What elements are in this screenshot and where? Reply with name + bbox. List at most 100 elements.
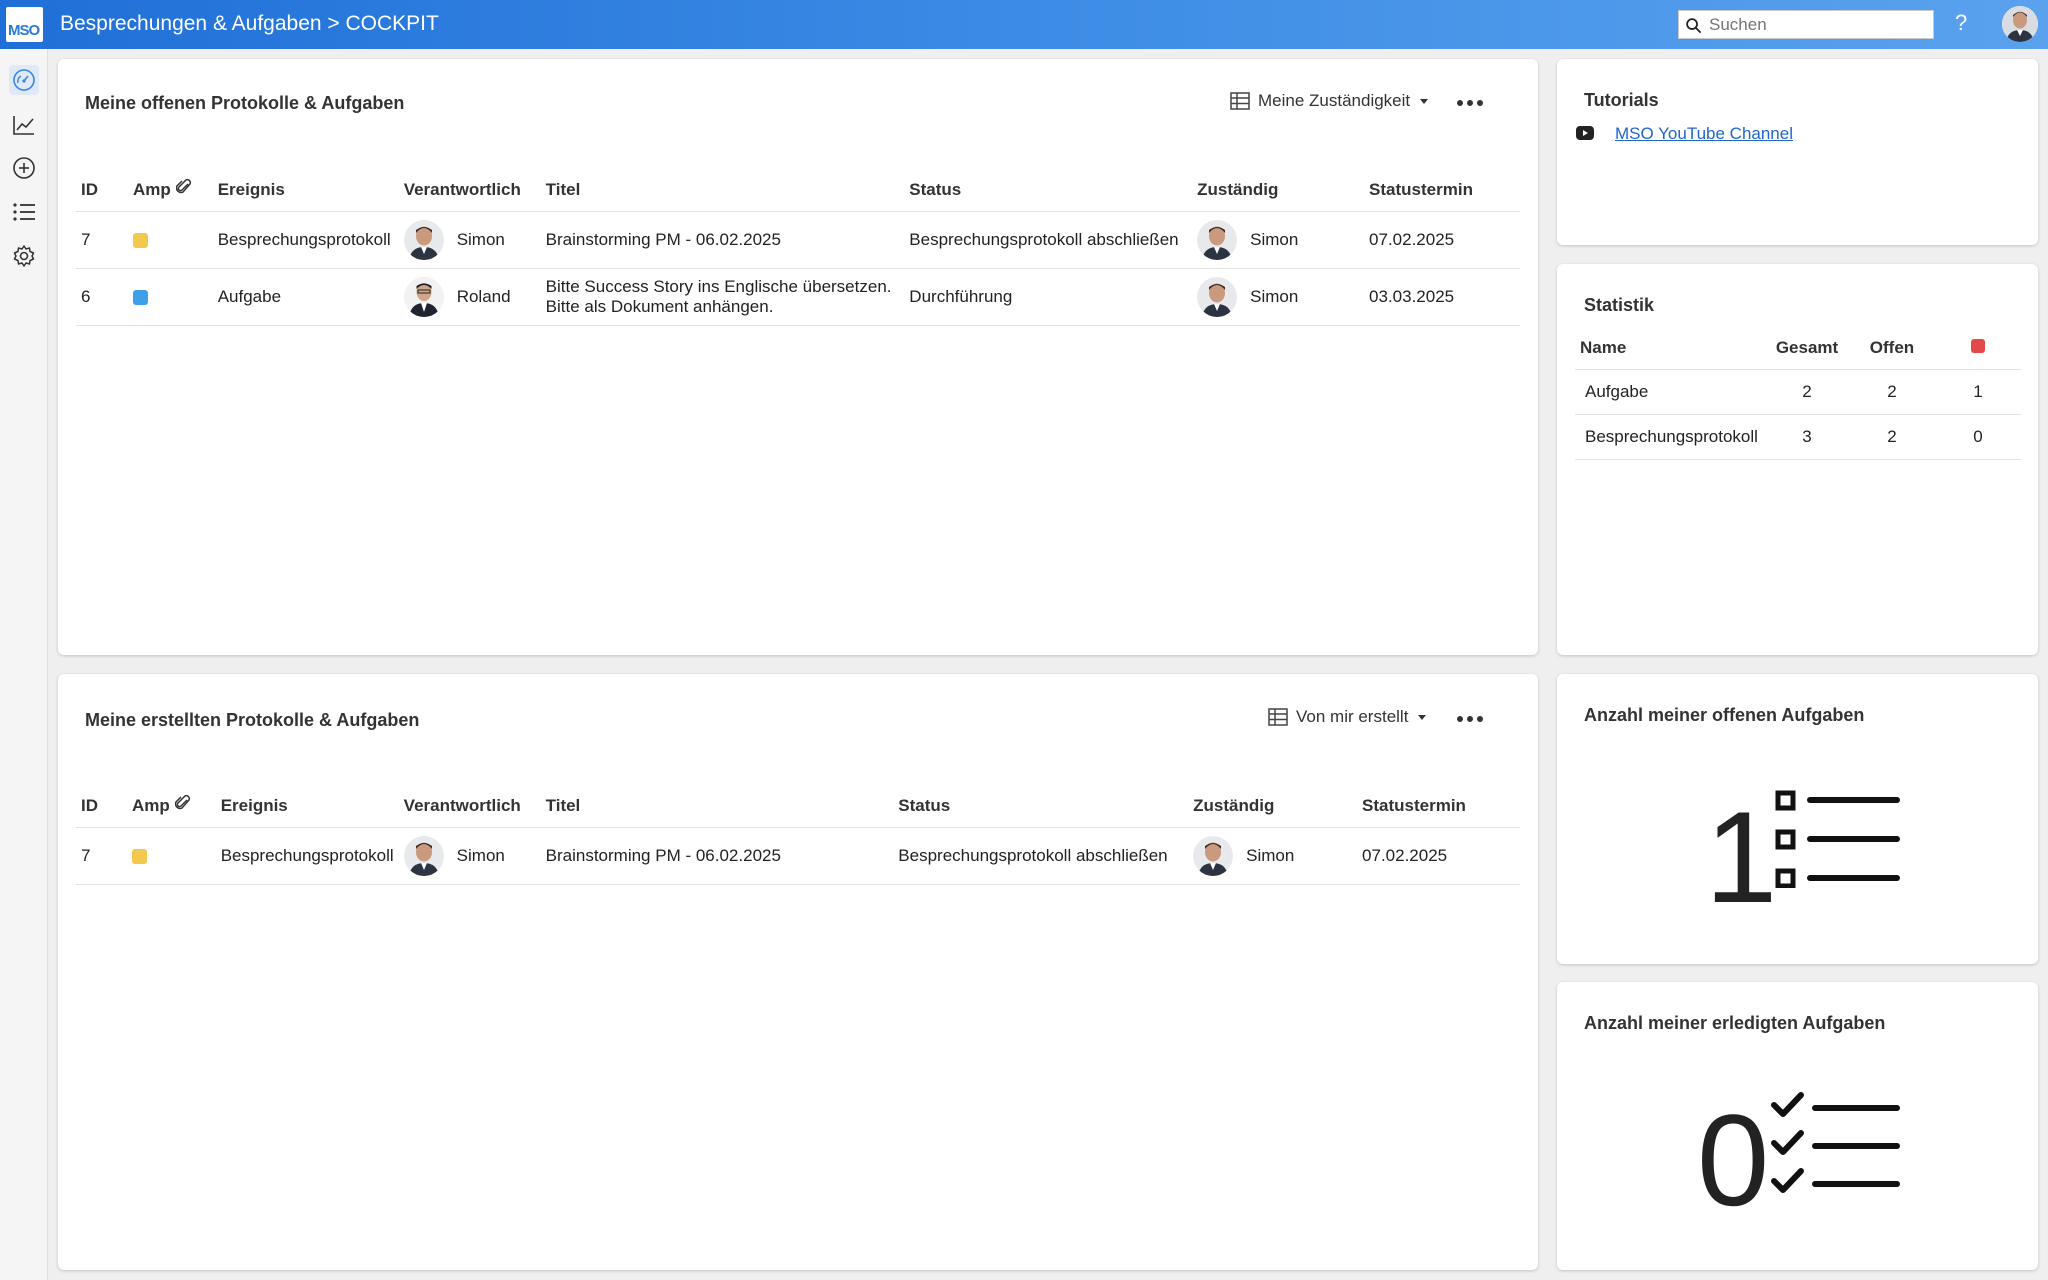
open-items-table: ID Amp Ereignis Verantwortlich Titel Sta… — [76, 169, 1520, 326]
col-status[interactable]: Status — [893, 785, 1189, 828]
avatar — [403, 835, 444, 876]
amp-blue-indicator — [132, 289, 148, 305]
col-offen: Offen — [1849, 327, 1935, 370]
open-count-value: 1 — [1705, 784, 1778, 930]
stats-header-row: Name Gesamt Offen — [1575, 327, 2021, 370]
search-input[interactable] — [1709, 14, 1929, 36]
stats-gesamt: 2 — [1765, 369, 1849, 415]
col-ereignis[interactable]: Ereignis — [212, 169, 399, 212]
col-ereignis[interactable]: Ereignis — [215, 785, 399, 828]
cell-id: 7 — [76, 827, 127, 885]
col-zustaendig[interactable]: Zuständig — [1188, 785, 1358, 828]
col-zustaendig[interactable]: Zuständig — [1192, 169, 1365, 212]
more-options-button[interactable] — [1457, 716, 1483, 722]
col-verantwortlich[interactable]: Verantwortlich — [398, 785, 541, 828]
cell-ereignis: Besprechungsprotokoll — [212, 211, 399, 269]
cell-titel: Brainstorming PM - 06.02.2025 — [540, 827, 894, 885]
col-amp[interactable]: Amp — [127, 169, 171, 212]
col-id[interactable]: ID — [76, 169, 128, 212]
youtube-icon — [1576, 126, 1594, 140]
settings-icon[interactable] — [9, 241, 39, 271]
panel-title: Meine offenen Protokolle & Aufgaben — [85, 93, 405, 113]
statistik-panel: Statistik Name Gesamt Offen Aufgabe 2 2 … — [1557, 264, 2038, 655]
chart-line-icon[interactable] — [9, 110, 39, 140]
paperclip-icon — [175, 179, 191, 194]
cell-id: 7 — [76, 211, 128, 269]
created-items-table: ID Amp Ereignis Verantwortlich Titel Sta… — [76, 785, 1520, 885]
stats-offen: 2 — [1849, 414, 1935, 460]
avatar — [1193, 835, 1234, 876]
more-options-button[interactable] — [1457, 100, 1483, 106]
panel-title: Meine erstellten Protokolle & Aufgaben — [85, 710, 420, 730]
stats-row[interactable]: Besprechungsprotokoll 3 2 0 — [1575, 414, 2021, 460]
table-icon — [1268, 708, 1288, 726]
stats-overdue: 1 — [1935, 369, 2021, 415]
left-rail — [0, 49, 48, 1280]
stats-overdue: 0 — [1935, 414, 2021, 460]
help-button[interactable]: ? — [1955, 10, 1967, 36]
cell-status: Durchführung — [904, 268, 1193, 326]
col-attachment[interactable] — [170, 169, 213, 212]
col-statustermin[interactable]: Statustermin — [1364, 169, 1520, 212]
checklist-icon — [1771, 1092, 1900, 1193]
add-circle-icon[interactable] — [9, 153, 39, 183]
cell-id: 6 — [76, 268, 128, 326]
stats-name: Aufgabe — [1575, 369, 1765, 415]
created-items-panel: Meine erstellten Protokolle & Aufgaben V… — [58, 674, 1538, 1270]
table-row[interactable]: 7 Besprechungsprotokoll Simon Brainstorm… — [76, 827, 1520, 885]
user-avatar[interactable] — [2002, 6, 2038, 42]
person-name: Simon — [1246, 845, 1295, 865]
col-titel[interactable]: Titel — [540, 169, 905, 212]
search-box[interactable] — [1678, 10, 1934, 39]
title-line-2: Bitte als Dokument anhängen. — [545, 296, 774, 316]
cell-statustermin: 03.03.2025 — [1364, 268, 1520, 326]
col-titel[interactable]: Titel — [540, 785, 894, 828]
col-id[interactable]: ID — [76, 785, 127, 828]
paperclip-icon — [174, 795, 190, 810]
person-name: Simon — [456, 229, 505, 249]
statistik-title: Statistik — [1584, 295, 1655, 315]
table-row[interactable]: 6 Aufgabe Roland Bitte Success Story ins… — [76, 268, 1520, 326]
mso-logo[interactable]: MSO — [6, 7, 43, 42]
col-verantwortlich[interactable]: Verantwortlich — [398, 169, 541, 212]
avatar — [1197, 276, 1238, 317]
amp-yellow-indicator — [132, 232, 148, 248]
task-list-icon — [1775, 790, 1900, 888]
col-status[interactable]: Status — [904, 169, 1193, 212]
cell-status: Besprechungsprotokoll abschließen — [904, 211, 1193, 269]
table-row[interactable]: 7 Besprechungsprotokoll Simon Brainstorm… — [76, 211, 1520, 269]
avatar — [1197, 219, 1238, 260]
cell-attachment — [169, 827, 216, 885]
caret-down-icon — [1420, 98, 1429, 104]
statistik-table: Name Gesamt Offen Aufgabe 2 2 1 Besprech… — [1575, 327, 2021, 460]
cell-zustaendig: Simon — [1188, 827, 1358, 885]
filter-dropdown[interactable]: Meine Zuständigkeit — [1230, 91, 1429, 111]
youtube-channel-link[interactable]: MSO YouTube Channel — [1615, 124, 1793, 144]
open-items-panel: Meine offenen Protokolle & Aufgaben Mein… — [58, 59, 1538, 655]
col-amp[interactable]: Amp — [126, 785, 170, 828]
search-icon — [1686, 18, 1702, 34]
filter-dropdown[interactable]: Von mir erstellt — [1268, 707, 1427, 727]
cell-amp — [127, 268, 171, 326]
cell-ereignis: Aufgabe — [212, 268, 399, 326]
open-count-title: Anzahl meiner offenen Aufgaben — [1584, 705, 1865, 725]
dashboard-icon[interactable] — [9, 65, 39, 95]
cell-statustermin: 07.02.2025 — [1364, 211, 1520, 269]
overdue-indicator — [1971, 338, 1985, 353]
table-header-row: ID Amp Ereignis Verantwortlich Titel Sta… — [76, 169, 1520, 212]
person-name: Simon — [1250, 286, 1299, 306]
top-bar: MSO Besprechungen & Aufgaben > COCKPIT ? — [0, 0, 2048, 49]
cell-titel: Brainstorming PM - 06.02.2025 — [540, 211, 905, 269]
cell-zustaendig: Simon — [1192, 268, 1365, 326]
cell-statustermin: 07.02.2025 — [1357, 827, 1520, 885]
cell-titel: Bitte Success Story ins Englische überse… — [540, 268, 905, 326]
title-line-1: Bitte Success Story ins Englische überse… — [545, 276, 892, 296]
cell-zustaendig: Simon — [1192, 211, 1365, 269]
col-statustermin[interactable]: Statustermin — [1357, 785, 1520, 828]
open-tasks-count-panel: Anzahl meiner offenen Aufgaben 1 — [1557, 674, 2038, 964]
list-icon[interactable] — [9, 197, 39, 227]
stats-offen: 2 — [1849, 369, 1935, 415]
col-overdue — [1935, 327, 2021, 370]
stats-row[interactable]: Aufgabe 2 2 1 — [1575, 369, 2021, 415]
col-attachment[interactable] — [169, 785, 216, 828]
